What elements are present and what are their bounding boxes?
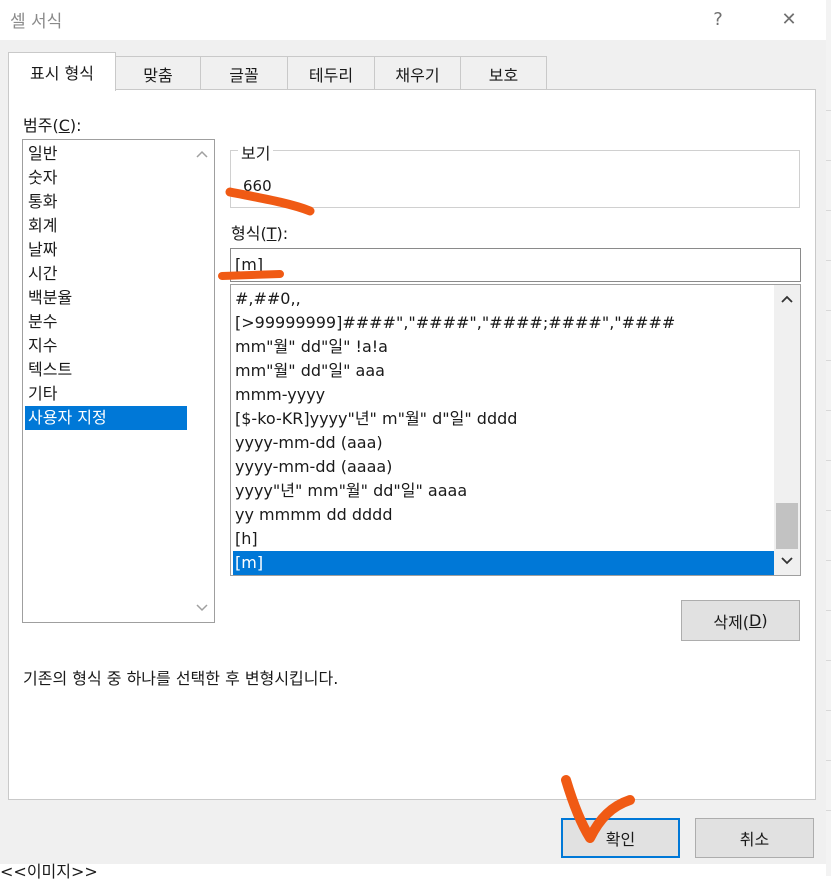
annotation-underline-sample xyxy=(225,187,315,216)
tab-label: 표시 형식 xyxy=(30,64,94,83)
annotation-layer xyxy=(218,187,635,843)
tab-number[interactable]: 표시 형식 xyxy=(8,52,116,91)
annotation-checkmark xyxy=(561,775,635,843)
annotation-underline-format xyxy=(218,270,284,280)
